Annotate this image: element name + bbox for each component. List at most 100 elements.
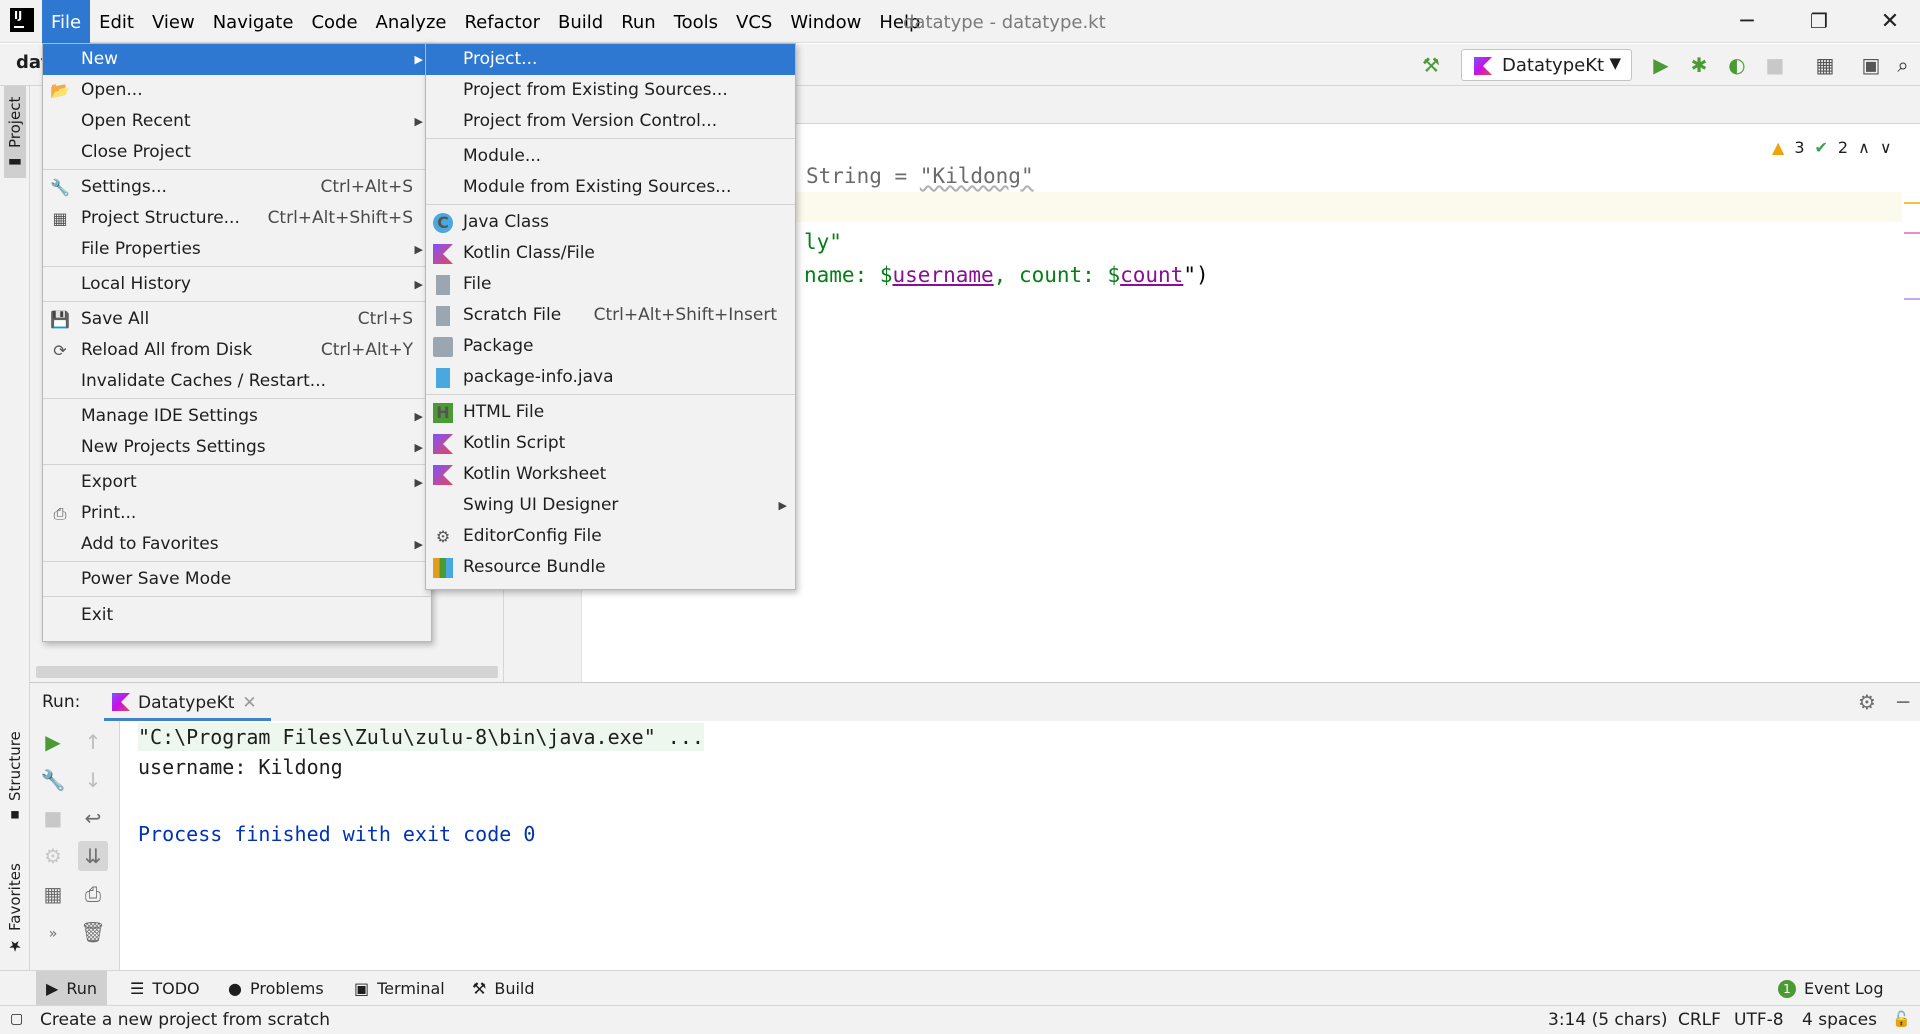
event-log-tab[interactable]: 1 Event Log — [1768, 971, 1894, 1006]
menu-vcs[interactable]: VCS — [727, 0, 781, 43]
file-menu-settings[interactable]: 🔧 Settings... Ctrl+Alt+S — [43, 172, 431, 203]
inspection-widget[interactable]: ▲ 3 ✔ 2 ∧ ∨ — [1772, 138, 1892, 157]
favorites-tool-tab[interactable]: ★ Favorites — [4, 861, 26, 961]
minimize-button[interactable]: ─ — [1712, 0, 1782, 43]
horizontal-scrollbar[interactable] — [36, 666, 498, 678]
print-icon[interactable]: ⎙ — [78, 879, 108, 909]
menu-separator — [43, 169, 431, 170]
menu-run[interactable]: Run — [612, 0, 665, 43]
coverage-icon[interactable]: ◐ — [1724, 52, 1750, 78]
menu-code[interactable]: Code — [302, 0, 366, 43]
scroll-to-end-icon[interactable]: ⇊ — [78, 841, 108, 871]
project-structure-icon[interactable]: ▦ — [1812, 52, 1838, 78]
debug-icon[interactable]: ✱ — [1686, 52, 1712, 78]
new-menu-file[interactable]: File — [426, 269, 795, 300]
new-menu-project[interactable]: Project... — [426, 44, 795, 75]
soft-wrap-icon[interactable]: ↩ — [78, 803, 108, 833]
up-arrow-icon[interactable]: ↑ — [78, 727, 108, 757]
menu-build[interactable]: Build — [549, 0, 612, 43]
file-menu-manage-ide-settings[interactable]: Manage IDE Settings ▶ — [43, 401, 431, 432]
console-output[interactable]: "C:\Program Files\Zulu\zulu-8\bin\java.e… — [120, 721, 1920, 970]
run-tab-datatypekt[interactable]: DatatypeKt ✕ — [104, 683, 271, 721]
chevron-down-icon[interactable]: ∨ — [1880, 138, 1892, 157]
file-menu-file-properties[interactable]: File Properties ▶ — [43, 234, 431, 265]
trash-icon[interactable]: 🗑 — [78, 917, 108, 947]
menu-analyze[interactable]: Analyze — [367, 0, 456, 43]
new-menu-java-class[interactable]: C Java Class — [426, 207, 795, 238]
menu-refactor[interactable]: Refactor — [455, 0, 549, 43]
file-menu-print[interactable]: ⎙ Print... — [43, 498, 431, 529]
run-configuration-select[interactable]: DatatypeKt ▼ — [1461, 49, 1632, 81]
minimize-panel-icon[interactable]: ─ — [1888, 687, 1918, 717]
new-menu-package-info[interactable]: package-info.java — [426, 362, 795, 393]
new-menu-kotlin-class[interactable]: Kotlin Class/File — [426, 238, 795, 269]
file-menu-open-recent[interactable]: Open Recent ▶ — [43, 106, 431, 137]
bottom-tab-todo[interactable]: ☰ TODO — [120, 971, 210, 1006]
bottom-tab-problems[interactable]: ● Problems — [218, 971, 334, 1006]
project-tool-tab[interactable]: ▬ Project — [4, 86, 26, 178]
file-menu-project-structure[interactable]: ▦ Project Structure... Ctrl+Alt+Shift+S — [43, 203, 431, 234]
bottom-tab-terminal[interactable]: ▣ Terminal — [344, 971, 455, 1006]
terminal-window-icon[interactable]: ▣ — [1858, 52, 1884, 78]
lock-icon[interactable]: 🔓 — [1892, 1010, 1911, 1028]
file-menu-save-all[interactable]: 💾 Save All Ctrl+S — [43, 304, 431, 335]
wrench-icon[interactable]: 🔧 — [38, 765, 68, 795]
title-bar: IJ File Edit View Navigate Code Analyze … — [0, 0, 1920, 43]
new-menu-editorconfig[interactable]: ⚙ EditorConfig File — [426, 521, 795, 552]
close-button[interactable]: ✕ — [1855, 0, 1920, 43]
layout-icon[interactable]: ▦ — [38, 879, 68, 909]
stop-icon[interactable]: ■ — [38, 803, 68, 833]
build-hammer-icon[interactable]: ⚒ — [1418, 52, 1444, 78]
file-menu-new[interactable]: New ▶ — [43, 44, 431, 75]
file-menu-invalidate-caches[interactable]: Invalidate Caches / Restart... — [43, 366, 431, 397]
search-icon[interactable]: ⌕ — [1890, 52, 1916, 78]
new-menu-project-existing-sources[interactable]: Project from Existing Sources... — [426, 75, 795, 106]
stop-icon[interactable]: ■ — [1762, 52, 1788, 78]
more-icon[interactable]: » — [38, 919, 68, 949]
error-stripe-marker[interactable] — [1904, 232, 1920, 234]
toggle-tool-windows-icon[interactable]: ▢ — [10, 1011, 23, 1027]
menu-view[interactable]: View — [143, 0, 204, 43]
structure-tool-tab[interactable]: ▪ Structure — [4, 731, 26, 831]
caret-position[interactable]: 3:14 (5 chars) — [1548, 1010, 1667, 1030]
file-menu-close-project[interactable]: Close Project — [43, 137, 431, 168]
file-menu-open[interactable]: 📂 Open... — [43, 75, 431, 106]
file-menu-reload[interactable]: ⟳ Reload All from Disk Ctrl+Alt+Y — [43, 335, 431, 366]
error-stripe-marker[interactable] — [1904, 298, 1920, 300]
error-stripe-marker[interactable] — [1904, 202, 1920, 204]
new-menu-module[interactable]: Module... — [426, 141, 795, 172]
new-menu-resource-bundle[interactable]: Resource Bundle — [426, 552, 795, 583]
chevron-up-icon[interactable]: ∧ — [1858, 138, 1870, 157]
new-menu-swing-ui-designer[interactable]: Swing UI Designer ▶ — [426, 490, 795, 521]
file-menu-export[interactable]: Export ▶ — [43, 467, 431, 498]
file-menu-new-projects-settings[interactable]: New Projects Settings ▶ — [43, 432, 431, 463]
run-icon[interactable]: ▶ — [1648, 52, 1674, 78]
new-menu-kotlin-worksheet[interactable]: Kotlin Worksheet — [426, 459, 795, 490]
new-menu-package[interactable]: Package — [426, 331, 795, 362]
indent-setting[interactable]: 4 spaces — [1802, 1010, 1877, 1030]
file-menu-local-history[interactable]: Local History ▶ — [43, 269, 431, 300]
bottom-tab-run[interactable]: ▶ Run — [36, 971, 107, 1006]
restore-button[interactable]: ❐ — [1784, 0, 1854, 43]
file-menu-power-save-mode[interactable]: Power Save Mode — [43, 564, 431, 595]
gear-icon[interactable]: ⚙ — [1852, 687, 1882, 717]
new-menu-html-file[interactable]: H HTML File — [426, 397, 795, 428]
menu-window[interactable]: Window — [781, 0, 870, 43]
file-menu-exit[interactable]: Exit — [43, 600, 431, 631]
bottom-tab-build[interactable]: ⚒ Build — [462, 971, 545, 1006]
new-menu-module-existing-sources[interactable]: Module from Existing Sources... — [426, 172, 795, 203]
rerun-icon[interactable]: ▶ — [38, 727, 68, 757]
menu-file[interactable]: File — [42, 0, 91, 43]
menu-tools[interactable]: Tools — [665, 0, 727, 43]
new-menu-project-vcs[interactable]: Project from Version Control... — [426, 106, 795, 137]
menu-navigate[interactable]: Navigate — [204, 0, 303, 43]
restore-layout-icon[interactable]: ⚙ — [38, 841, 68, 871]
file-menu-add-to-favorites[interactable]: Add to Favorites ▶ — [43, 529, 431, 560]
file-encoding[interactable]: UTF-8 — [1734, 1010, 1784, 1030]
new-menu-kotlin-script[interactable]: Kotlin Script — [426, 428, 795, 459]
line-separator[interactable]: CRLF — [1678, 1010, 1721, 1030]
menu-edit[interactable]: Edit — [90, 0, 143, 43]
close-tab-icon[interactable]: ✕ — [242, 693, 256, 713]
down-arrow-icon[interactable]: ↓ — [78, 765, 108, 795]
new-menu-scratch-file[interactable]: Scratch File Ctrl+Alt+Shift+Insert — [426, 300, 795, 331]
